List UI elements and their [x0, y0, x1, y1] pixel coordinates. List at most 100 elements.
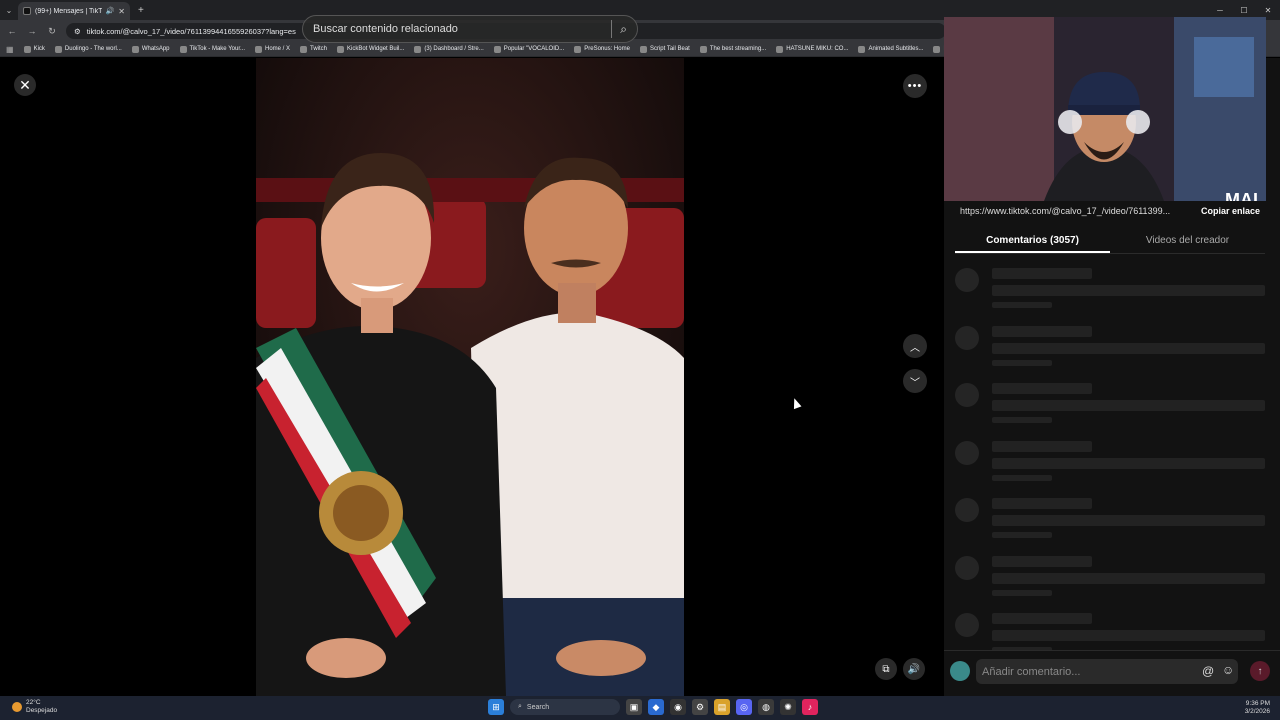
close-window-icon[interactable]: ✕	[1256, 6, 1280, 15]
comment-composer: @ ☺ ↑	[944, 650, 1280, 690]
bookmark-favicon-icon	[574, 45, 582, 53]
taskbar-search[interactable]: ⌕ Search	[510, 699, 620, 715]
search-divider	[611, 20, 613, 38]
openai-icon[interactable]: ✺	[780, 699, 796, 715]
bookmark-item[interactable]: Twitch	[300, 45, 328, 53]
tab-creator-videos[interactable]: Videos del creador	[1110, 229, 1265, 253]
bookmark-label: Home / X	[264, 46, 290, 52]
reload-icon[interactable]: ↻	[46, 26, 58, 37]
bookmark-favicon-icon	[131, 45, 139, 53]
search-icon[interactable]: ⌕	[620, 22, 627, 37]
bookmark-item[interactable]: Duolingo - The worl...	[54, 45, 122, 53]
bookmark-label: (3) Dashboard / Stre...	[424, 46, 484, 52]
store-icon[interactable]: ◆	[648, 699, 664, 715]
bookmark-favicon-icon	[776, 45, 784, 53]
file-explorer-icon[interactable]: ▤	[714, 699, 730, 715]
app-icon[interactable]: ◉	[670, 699, 686, 715]
bookmark-item[interactable]: Home / X	[254, 45, 290, 53]
bookmark-item[interactable]: KickBot Widget Buil...	[337, 45, 404, 53]
tab-comments[interactable]: Comentarios (3057)	[955, 229, 1110, 253]
new-tab-icon[interactable]: +	[138, 5, 144, 16]
related-search-input[interactable]	[313, 23, 604, 35]
bookmark-label: Script Tail Beat	[649, 46, 690, 52]
skeleton-bar	[992, 268, 1092, 279]
site-info-icon[interactable]: ⚙	[74, 27, 81, 36]
bookmark-favicon-icon	[699, 45, 707, 53]
bookmark-item[interactable]: PreSonus: Home	[574, 45, 630, 53]
back-icon[interactable]: ←	[6, 26, 18, 36]
bookmark-label: Kick	[33, 46, 45, 52]
minimize-icon[interactable]: ─	[1208, 6, 1232, 15]
bookmark-favicon-icon	[933, 45, 941, 53]
bookmark-favicon-icon	[23, 45, 31, 53]
bookmark-favicon-icon	[493, 45, 501, 53]
previous-video-button[interactable]: ︿	[903, 334, 927, 358]
send-comment-button[interactable]: ↑	[1250, 661, 1270, 681]
apps-grid-icon[interactable]: ▦	[6, 45, 14, 54]
forward-icon[interactable]: →	[26, 26, 38, 36]
skeleton-bar	[992, 383, 1092, 394]
chrome-icon[interactable]: ◍	[758, 699, 774, 715]
skeleton-avatar	[955, 498, 979, 522]
bookmark-item[interactable]: Animated Subtitles...	[858, 45, 923, 53]
system-clock[interactable]: 9:36 PM 3/2/2026	[1245, 700, 1270, 716]
skeleton-bar	[992, 285, 1265, 296]
next-video-button[interactable]: ﹀	[903, 369, 927, 393]
skeleton-bar	[992, 342, 1265, 354]
tab-search-icon[interactable]: ⌄	[0, 6, 18, 15]
share-link-row: https://www.tiktok.com/@calvo_17_/video/…	[960, 202, 1260, 220]
bookmark-item[interactable]: Script Tail Beat	[639, 45, 690, 53]
task-view-icon[interactable]: ▣	[626, 699, 642, 715]
start-icon[interactable]: ⊞	[488, 699, 504, 715]
skeleton-bar	[992, 589, 1052, 596]
bookmark-item[interactable]: TikTok - Make Your...	[179, 45, 245, 53]
weather-widget[interactable]: 22°C Despejado	[12, 699, 57, 715]
skeleton-bar	[992, 572, 1265, 584]
share-link-url[interactable]: https://www.tiktok.com/@calvo_17_/video/…	[960, 206, 1170, 216]
bookmark-item[interactable]: HATSUNE MIKU: CO...	[776, 45, 849, 53]
weather-icon	[12, 702, 22, 712]
bookmark-item[interactable]: The best streaming...	[699, 45, 766, 53]
volume-button[interactable]: 🔊	[903, 658, 925, 680]
taskbar: 22°C Despejado ⊞ ⌕ Search ▣ ◆ ◉ ⚙ ▤ ◎ ◍ …	[0, 696, 1280, 720]
bookmark-item[interactable]: WhatsApp	[131, 45, 170, 53]
bookmark-label: HATSUNE MIKU: CO...	[786, 46, 849, 52]
skeleton-bar	[992, 400, 1265, 411]
skeleton-bar	[992, 515, 1265, 526]
skeleton-bar	[992, 474, 1052, 481]
bookmark-favicon-icon	[179, 45, 187, 53]
audio-icon[interactable]: 🔊	[106, 7, 115, 15]
skeleton-bar	[992, 417, 1052, 423]
video-frame[interactable]	[256, 58, 684, 696]
skeleton-bar	[992, 359, 1052, 366]
settings-icon[interactable]: ⚙	[692, 699, 708, 715]
weather-temp: 22°C	[26, 699, 41, 706]
taskbar-search-label: Search	[526, 703, 550, 711]
taskbar-apps: ⊞ ⌕ Search ▣ ◆ ◉ ⚙ ▤ ◎ ◍ ✺ ♪	[488, 699, 818, 715]
bookmark-favicon-icon	[300, 45, 307, 53]
pip-button[interactable]: ⧉	[875, 658, 897, 680]
discord-icon[interactable]: ◎	[736, 699, 752, 715]
browser-tab[interactable]: (99+) Mensajes | TikTok 🔊 ✕	[18, 2, 130, 20]
skeleton-bar	[992, 555, 1092, 567]
mention-icon[interactable]: @	[1202, 664, 1214, 678]
bookmark-label: Twitch	[310, 46, 328, 52]
bookmark-favicon-icon	[254, 45, 262, 53]
taskbar-search-icon: ⌕	[518, 703, 522, 710]
bookmark-item[interactable]: (3) Dashboard / Stre...	[414, 45, 484, 53]
url-text: tiktok.com/@calvo_17_/video/761139944165…	[86, 26, 296, 36]
music-icon[interactable]: ♪	[802, 699, 818, 715]
tab-title: (99+) Mensajes | TikTok	[35, 7, 102, 15]
bookmark-item[interactable]: Popular "VOCALOID...	[493, 45, 564, 53]
bookmark-item[interactable]: Kick	[23, 45, 45, 53]
close-tab-icon[interactable]: ✕	[118, 7, 125, 16]
skeleton-avatar	[955, 325, 979, 350]
emoji-icon[interactable]: ☺	[1222, 663, 1234, 677]
clock-date: 3/2/2026	[1244, 708, 1270, 715]
close-button[interactable]: ✕	[14, 74, 36, 96]
more-options-button[interactable]: •••	[903, 74, 927, 98]
skeleton-bar	[992, 457, 1265, 469]
comment-input[interactable]	[976, 659, 1238, 684]
maximize-icon[interactable]: ☐	[1232, 6, 1256, 15]
copy-link-button[interactable]: Copiar enlace	[1201, 206, 1260, 216]
